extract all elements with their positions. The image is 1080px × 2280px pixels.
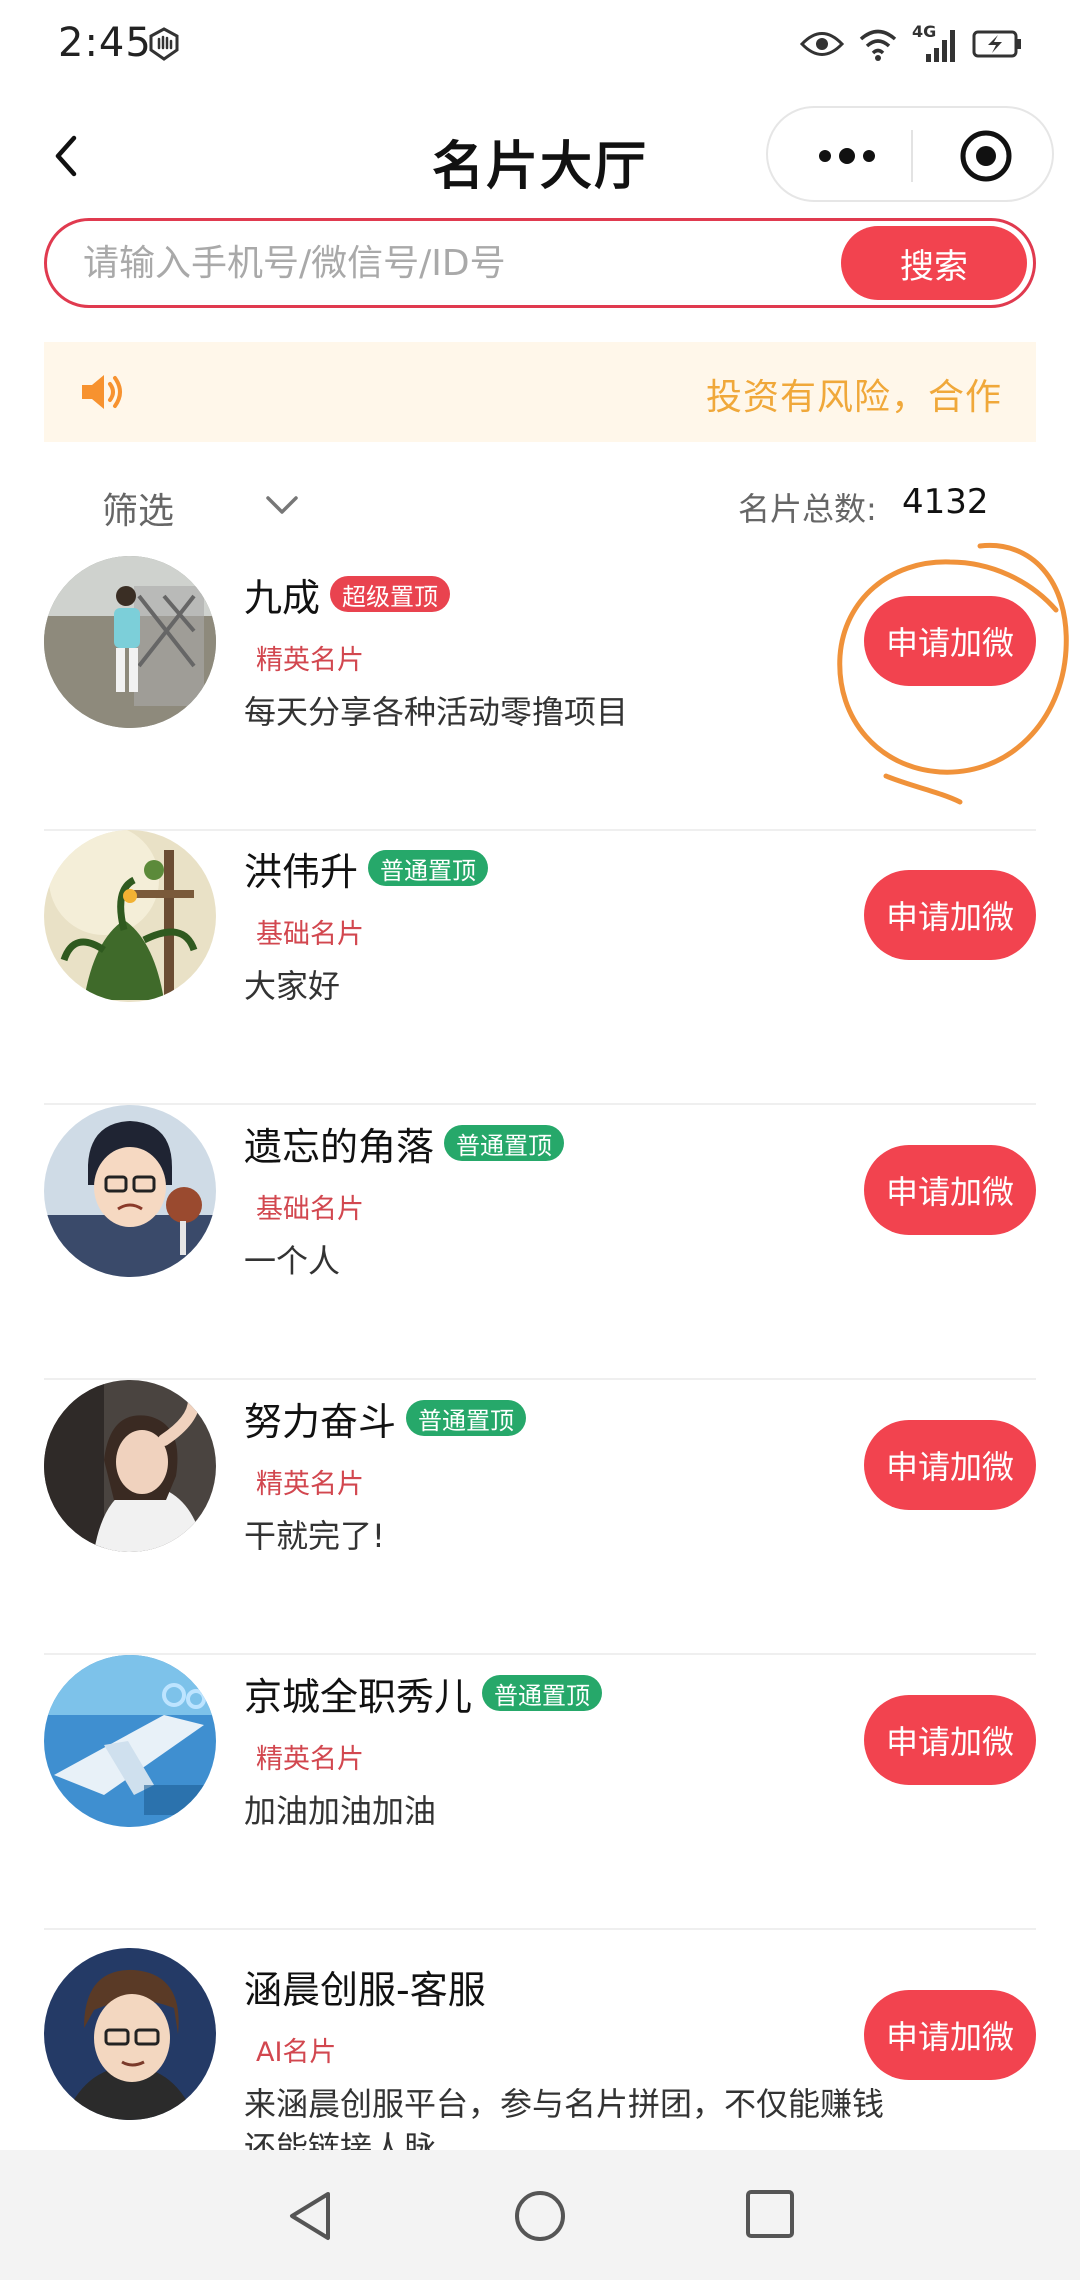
card-item[interactable]: 遗忘的角落 普通置顶 基础名片 一个人 申请加微 <box>44 1105 1036 1380</box>
avatar[interactable] <box>44 830 216 1002</box>
battery-icon <box>972 30 1021 58</box>
apply-wechat-button[interactable]: 申请加微 <box>864 1145 1036 1235</box>
card-name: 遗忘的角落 <box>244 1124 435 1169</box>
chevron-down-icon[interactable] <box>262 486 302 526</box>
status-badge: 普通置顶 <box>482 1675 603 1711</box>
target-icon[interactable] <box>958 128 1014 184</box>
more-dots-icon[interactable] <box>812 138 882 174</box>
notice-text: 投资有风险，合作 <box>705 377 1002 418</box>
name-row: 京城全职秀儿 普通置顶 <box>244 1665 603 1721</box>
signal-indicator: 4G <box>912 22 958 64</box>
mini-program-capsule <box>766 106 1054 202</box>
status-time: 2:45 <box>58 20 152 66</box>
card-name: 京城全职秀儿 <box>244 1674 473 1719</box>
card-tier: 精英名片 <box>256 1744 364 1775</box>
filter-row: 筛选 名片总数: 4132 <box>0 470 1080 540</box>
system-nav-bar <box>0 2150 1080 2280</box>
card-description: 大家好 <box>244 967 341 1005</box>
name-row: 九成 超级置顶 <box>244 566 451 622</box>
nav-home-icon[interactable] <box>512 2188 568 2244</box>
avatar[interactable] <box>44 1380 216 1552</box>
filter-label[interactable]: 筛选 <box>102 482 174 534</box>
card-name: 九成 <box>244 575 321 620</box>
search-bar: 搜索 <box>44 218 1036 308</box>
capsule-divider <box>911 130 913 182</box>
eye-icon <box>800 32 844 56</box>
avatar[interactable] <box>44 556 216 728</box>
card-name: 洪伟升 <box>244 849 359 894</box>
apply-wechat-button[interactable]: 申请加微 <box>864 1420 1036 1510</box>
total-count-label: 名片总数: <box>738 490 877 528</box>
status-badge: 普通置顶 <box>406 1400 527 1436</box>
card-tier: AI名片 <box>256 2037 337 2068</box>
card-item[interactable]: 努力奋斗 普通置顶 精英名片 干就完了! 申请加微 <box>44 1380 1036 1655</box>
card-name: 努力奋斗 <box>244 1399 397 1444</box>
name-row: 洪伟升 普通置顶 <box>244 840 489 896</box>
status-icons: 4G <box>800 22 1022 66</box>
apply-wechat-button[interactable]: 申请加微 <box>864 1695 1036 1785</box>
hand-icon <box>149 27 179 61</box>
card-description: 每天分享各种活动零撸项目 <box>244 693 629 731</box>
avatar[interactable] <box>44 1948 216 2120</box>
name-row: 努力奋斗 普通置顶 <box>244 1390 527 1446</box>
card-description: 加油加油加油 <box>244 1792 437 1830</box>
card-description: 一个人 <box>244 1242 341 1280</box>
nav-recents-icon[interactable] <box>744 2188 796 2240</box>
total-count-value: 4132 <box>902 482 989 522</box>
speaker-icon <box>82 375 122 409</box>
search-input[interactable] <box>83 235 843 291</box>
name-row: 涵晨创服-客服 <box>244 1958 486 2014</box>
search-button[interactable]: 搜索 <box>841 226 1027 300</box>
status-badge: 普通置顶 <box>444 1125 565 1161</box>
annotation-circle <box>837 542 1069 805</box>
status-badge: 超级置顶 <box>330 576 451 612</box>
notice-banner[interactable]: 投资有风险，合作 <box>44 342 1036 442</box>
card-tier: 基础名片 <box>256 1194 364 1225</box>
card-description: 干就完了! <box>244 1517 385 1555</box>
nav-bar: 名片大厅 <box>0 100 1080 212</box>
card-item[interactable]: 洪伟升 普通置顶 基础名片 大家好 申请加微 <box>44 830 1036 1105</box>
page: 2:45 4G 名片大厅 请输入手机号/微信号/ID号 搜索 投资有风险，合作 … <box>0 0 1080 2280</box>
signal-icon <box>926 30 955 62</box>
card-tier: 基础名片 <box>256 919 364 950</box>
status-badge: 普通置顶 <box>368 850 489 886</box>
card-item[interactable]: 京城全职秀儿 普通置顶 精英名片 加油加油加油 申请加微 <box>44 1655 1036 1930</box>
status-bar: 2:45 4G <box>0 0 1080 92</box>
nav-back-icon[interactable] <box>284 2188 336 2244</box>
card-tier: 精英名片 <box>256 645 364 676</box>
avatar[interactable] <box>44 1655 216 1827</box>
card-name: 涵晨创服-客服 <box>244 1967 486 2012</box>
apply-wechat-button[interactable]: 申请加微 <box>864 1990 1036 2080</box>
name-row: 遗忘的角落 普通置顶 <box>244 1115 565 1171</box>
avatar[interactable] <box>44 1105 216 1277</box>
apply-wechat-button[interactable]: 申请加微 <box>864 870 1036 960</box>
card-tier: 精英名片 <box>256 1469 364 1500</box>
wifi-icon <box>859 29 897 61</box>
